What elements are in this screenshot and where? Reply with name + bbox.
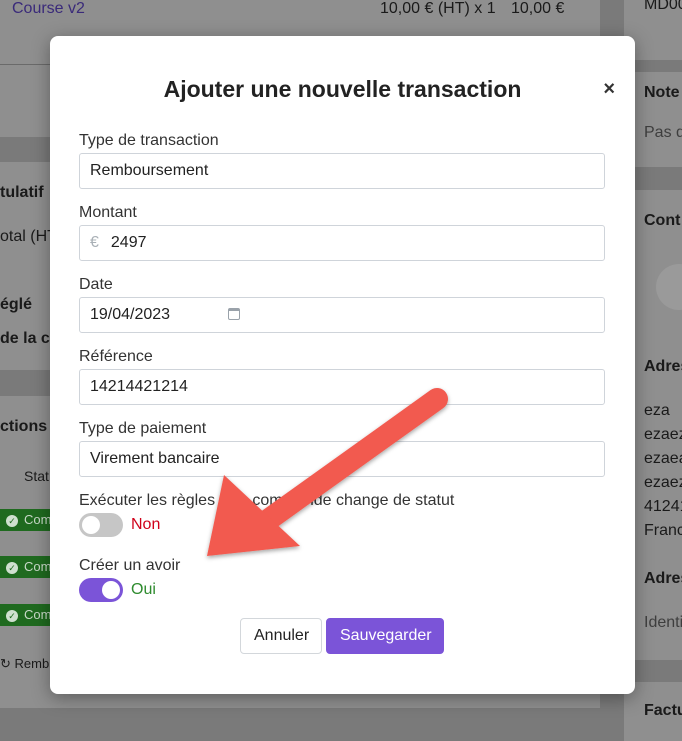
rules-label: Exécuter les règles si le commande chang… bbox=[79, 492, 455, 509]
cancel-button[interactable]: Annuler bbox=[240, 618, 322, 654]
rules-toggle[interactable] bbox=[79, 513, 123, 537]
check-icon: ✓ bbox=[6, 562, 18, 574]
rules-state: Non bbox=[131, 516, 161, 533]
recap-de-la: de la c bbox=[0, 330, 50, 347]
reference-input[interactable]: 14214421214 bbox=[79, 369, 605, 405]
recap-total: otal (HT bbox=[0, 228, 57, 245]
notes-empty: Pas d bbox=[644, 124, 682, 141]
ident-placeholder: Identi bbox=[644, 614, 682, 631]
notes-title: Note bbox=[644, 84, 680, 101]
amount-label: Montant bbox=[79, 204, 137, 221]
check-icon: ✓ bbox=[6, 515, 18, 527]
address-line: ezaez bbox=[644, 426, 682, 443]
payment-type-label: Type de paiement bbox=[79, 420, 207, 437]
ref-code: MD00 bbox=[644, 0, 682, 13]
date-value: 19/04/2023 bbox=[90, 306, 171, 323]
recap-title: tulatif bbox=[0, 184, 44, 201]
address-title: Adres bbox=[644, 358, 682, 375]
check-icon: ✓ bbox=[6, 610, 18, 622]
refresh-icon: ↻ bbox=[0, 656, 15, 671]
euro-icon: € bbox=[90, 234, 99, 251]
address-line: eza bbox=[644, 402, 670, 419]
transactions-title: ctions bbox=[0, 418, 48, 435]
status-header: Stat bbox=[24, 468, 49, 484]
course-name[interactable]: Course v2 bbox=[12, 0, 85, 18]
calendar-icon[interactable] bbox=[228, 308, 241, 320]
address-line: ezaez bbox=[644, 474, 682, 491]
toggle-knob bbox=[82, 516, 100, 534]
address-line: Franc bbox=[644, 522, 682, 539]
address2-title: Adres bbox=[644, 570, 682, 587]
reference-label: Référence bbox=[79, 348, 153, 365]
course-total: 10,00 € bbox=[511, 0, 565, 17]
transaction-type-select[interactable]: Remboursement bbox=[79, 153, 605, 189]
facture-title: Factu bbox=[644, 702, 682, 719]
save-button[interactable]: Sauvegarder bbox=[326, 618, 444, 654]
close-icon[interactable]: × bbox=[603, 78, 615, 101]
date-label: Date bbox=[79, 276, 113, 293]
amount-value: 2497 bbox=[110, 234, 147, 251]
toggle-knob bbox=[102, 581, 120, 599]
address-line: ezaea bbox=[644, 450, 682, 467]
contact-title: Cont bbox=[644, 212, 681, 229]
date-input[interactable]: 19/04/2023 bbox=[79, 297, 605, 333]
credit-note-label: Créer un avoir bbox=[79, 557, 181, 574]
status-badge: ✓ Com bbox=[0, 509, 54, 531]
add-transaction-modal: Ajouter une nouvelle transaction × Type … bbox=[50, 36, 635, 694]
credit-note-toggle[interactable] bbox=[79, 578, 123, 602]
address-line: 41241 bbox=[644, 498, 682, 515]
modal-title: Ajouter une nouvelle transaction bbox=[163, 76, 522, 102]
payment-type-select[interactable]: Virement bancaire bbox=[79, 441, 605, 477]
status-badge: ✓ Com bbox=[0, 604, 54, 626]
amount-input[interactable]: €2497 bbox=[79, 225, 605, 261]
status-badge: ✓ Com bbox=[0, 556, 54, 578]
credit-note-state: Oui bbox=[131, 581, 156, 598]
remb-row: ↻ Remb bbox=[0, 656, 50, 671]
transaction-type-label: Type de transaction bbox=[79, 132, 219, 149]
recap-regle: églé bbox=[0, 296, 33, 313]
course-price: 10,00 € (HT) x 1 bbox=[380, 0, 496, 17]
